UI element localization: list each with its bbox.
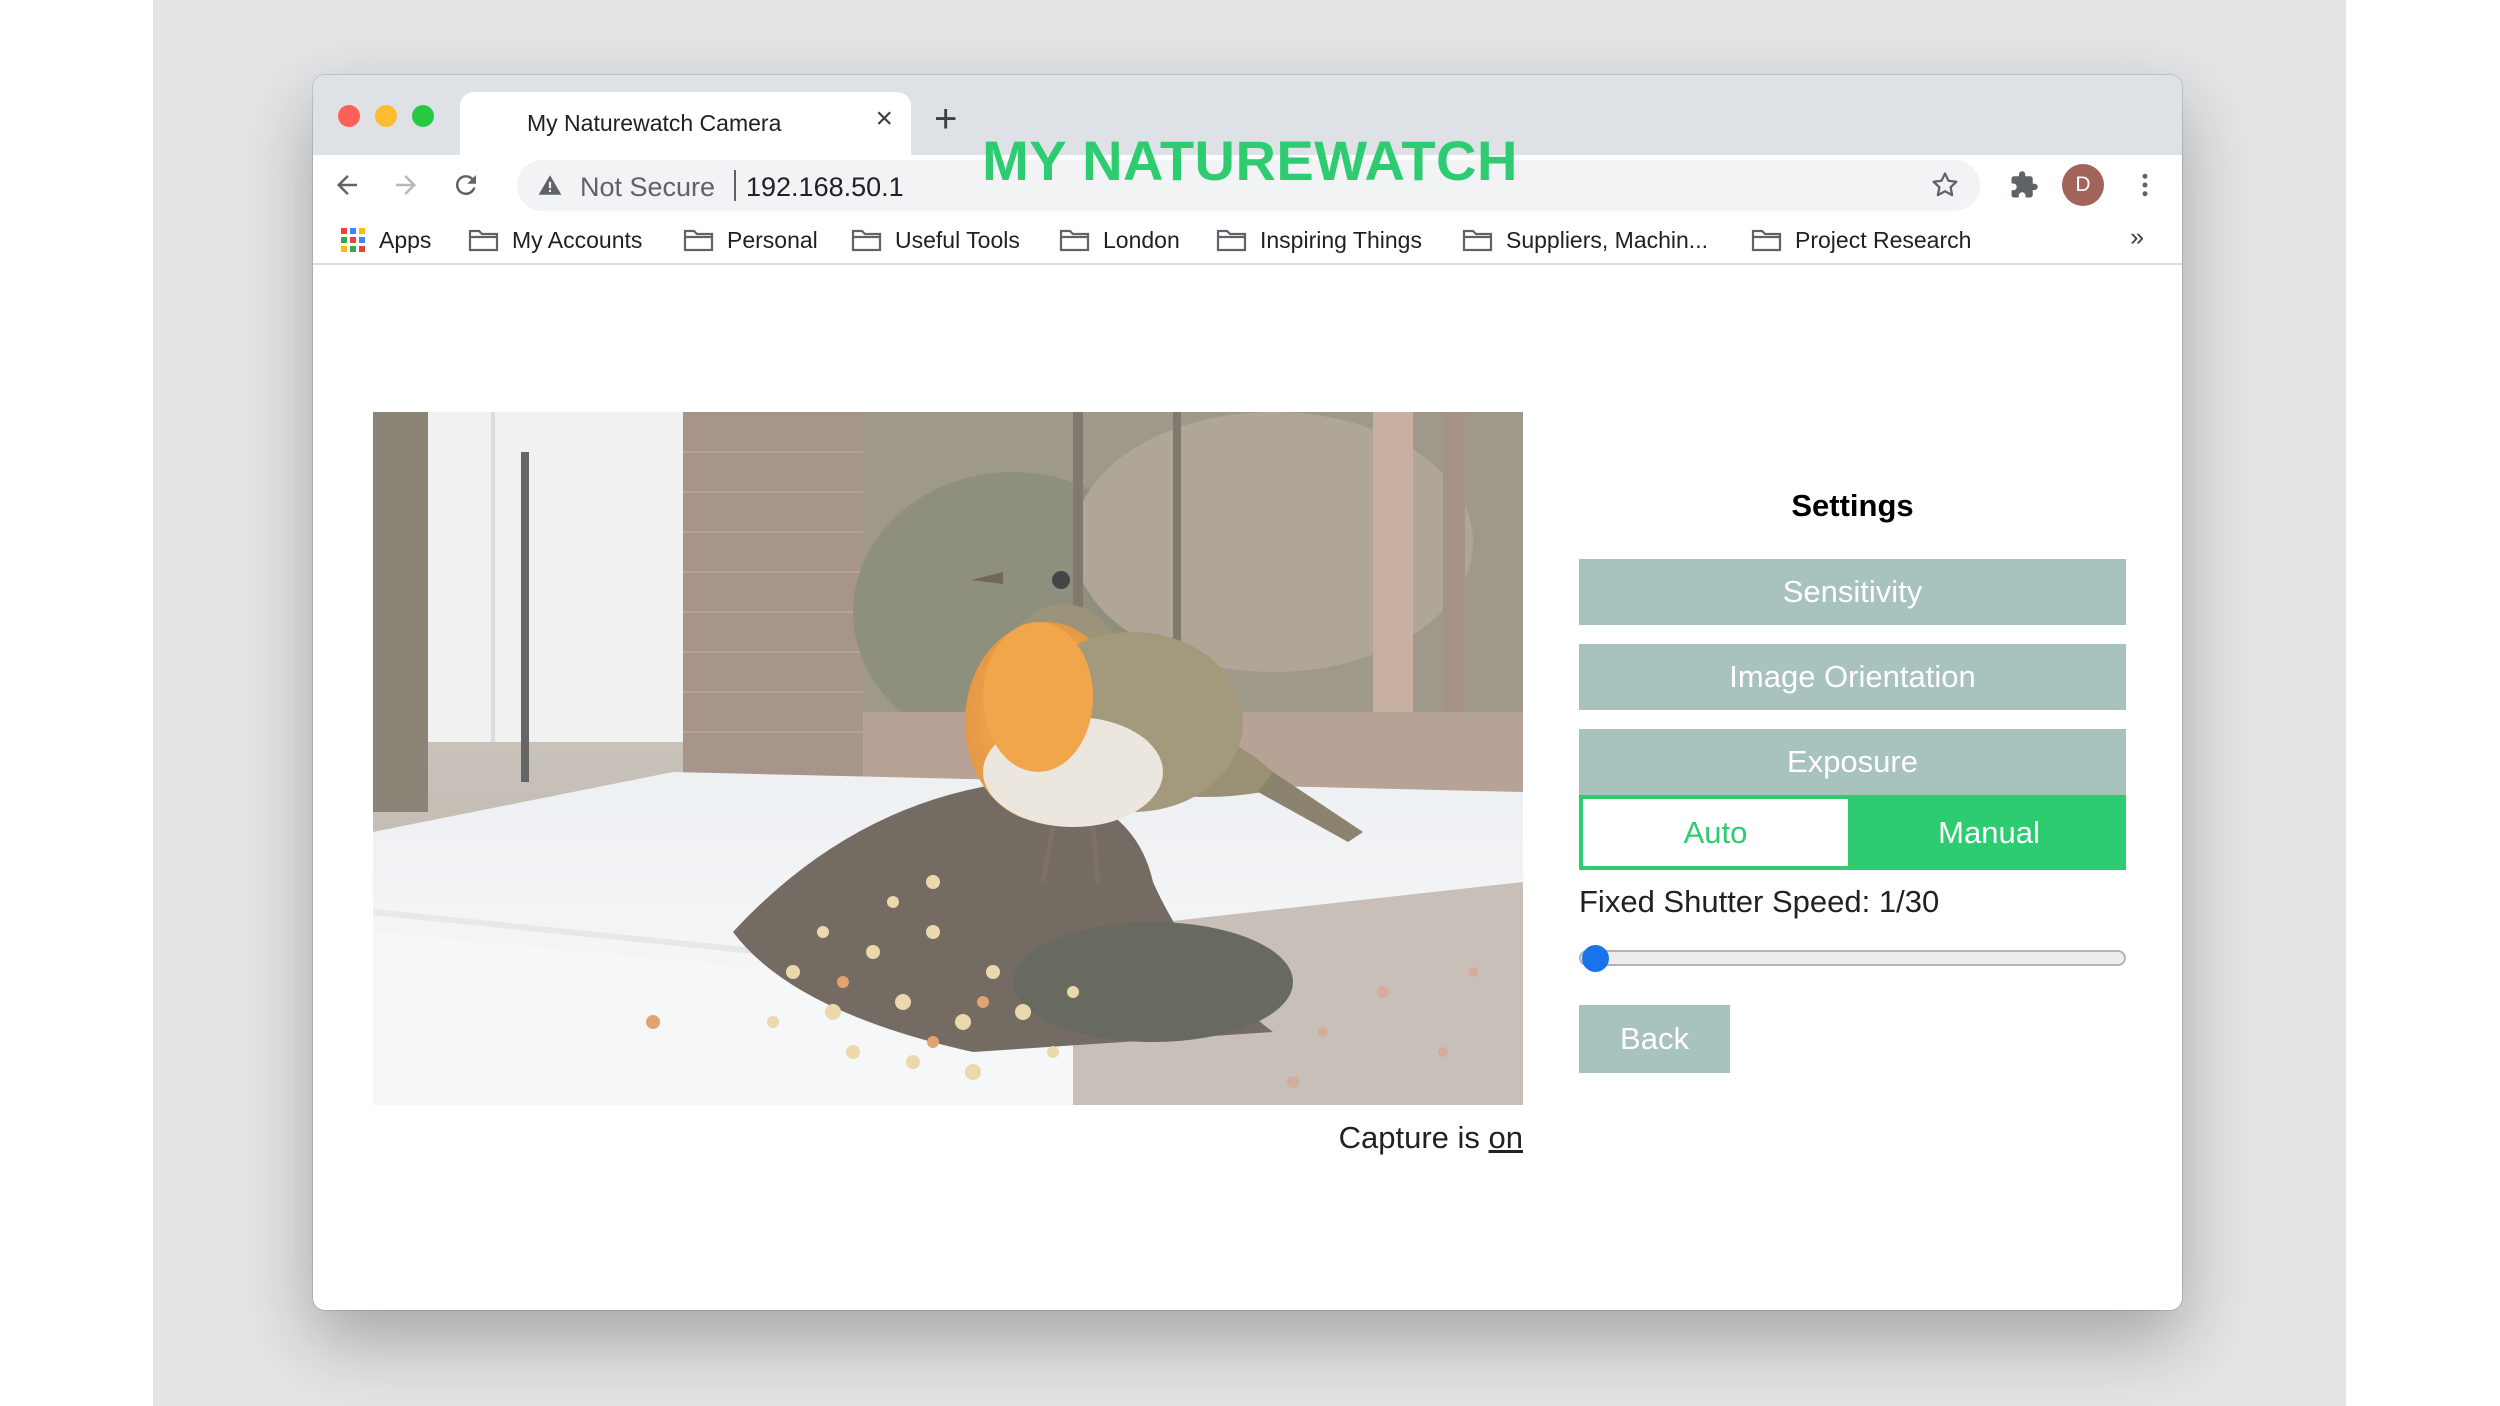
folder-icon (683, 229, 714, 252)
bookmark-label: Useful Tools (895, 226, 1020, 253)
bookmark-folder[interactable]: London (1059, 223, 1180, 257)
capture-status: Capture is on (373, 1120, 1523, 1156)
exposure-manual-button[interactable]: Manual (1852, 795, 2126, 870)
shutter-speed-label: Fixed Shutter Speed: 1/30 (1579, 884, 1940, 919)
image-orientation-button[interactable]: Image Orientation (1579, 644, 2126, 710)
bookmark-label: Suppliers, Machin... (1506, 226, 1708, 253)
shutter-speed-slider[interactable] (1579, 950, 2126, 966)
folder-icon (851, 229, 882, 252)
bookmark-folder[interactable]: Useful Tools (851, 223, 1020, 257)
bookmark-label: London (1103, 226, 1180, 253)
bookmark-folder[interactable]: My Accounts (468, 223, 642, 257)
bookmark-apps[interactable]: Apps (340, 223, 431, 257)
bookmark-folder[interactable]: Project Research (1751, 223, 1971, 257)
bookmark-label: Personal (727, 226, 818, 253)
camera-preview-image (373, 412, 1523, 1105)
capture-toggle-link[interactable]: on (1489, 1120, 1523, 1155)
bookmarks-bar: Apps My Accounts Personal Useful Tools L… (313, 215, 2182, 265)
exposure-button[interactable]: Exposure (1579, 729, 2126, 795)
bookmark-label: Inspiring Things (1260, 226, 1422, 253)
capture-status-label: Capture is (1338, 1120, 1480, 1155)
close-window-button[interactable] (338, 105, 360, 127)
apps-grid-icon (341, 228, 365, 252)
bookmark-label: Apps (379, 226, 432, 253)
folder-icon (1751, 229, 1782, 252)
bookmark-label: My Accounts (512, 226, 643, 253)
back-button[interactable]: Back (1579, 1005, 1730, 1073)
page-title: MY NATUREWATCH (982, 129, 1518, 192)
exposure-auto-button[interactable]: Auto (1579, 795, 1852, 870)
sensitivity-button[interactable]: Sensitivity (1579, 559, 2126, 625)
page-heading: MY NATUREWATCH (0, 128, 2500, 193)
minimize-window-button[interactable] (375, 105, 397, 127)
settings-heading: Settings (1791, 488, 1914, 523)
folder-icon (1216, 229, 1247, 252)
bookmark-label: Project Research (1795, 226, 1972, 253)
more-bookmarks-chevron-icon[interactable]: » (2130, 223, 2144, 252)
folder-icon (1059, 229, 1090, 252)
maximize-window-button[interactable] (412, 105, 434, 127)
bookmark-folder[interactable]: Inspiring Things (1216, 223, 1422, 257)
bookmark-folder[interactable]: Suppliers, Machin... (1462, 223, 1708, 257)
shutter-speed-slider-thumb[interactable] (1582, 945, 1609, 972)
folder-icon (1462, 229, 1493, 252)
bookmark-folder[interactable]: Personal (683, 223, 818, 257)
folder-icon (468, 229, 499, 252)
